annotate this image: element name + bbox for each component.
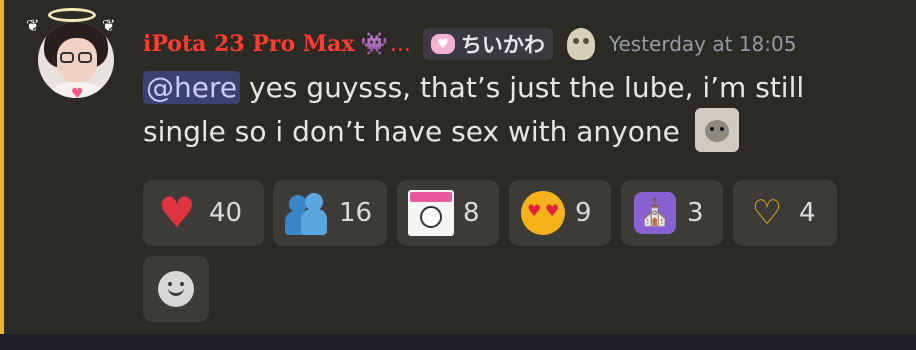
reaction-cat-sticker[interactable]: 8: [397, 180, 499, 246]
reaction-count: 8: [463, 198, 480, 228]
add-reaction-button[interactable]: [143, 256, 209, 322]
halo-icon: [48, 8, 96, 22]
reaction-red-heart[interactable]: ♥ 40: [143, 180, 264, 246]
custom-emoji-icon[interactable]: [694, 108, 739, 152]
reaction-count: 16: [339, 198, 373, 228]
red-heart-icon: ♥: [158, 188, 196, 237]
reaction-count: 4: [799, 198, 816, 228]
here-mention[interactable]: @here: [143, 71, 241, 104]
mention-highlight-bar: [0, 0, 4, 334]
avatar[interactable]: ❦ ❦ ♥: [26, 8, 122, 108]
bottom-divider: [0, 334, 916, 350]
reaction-praying[interactable]: ⛪ 3: [621, 180, 723, 246]
message-header: iPota 23 Pro Max 👾 ... ♥ ちいかわ Yesterday …: [143, 26, 796, 62]
message-container: ❦ ❦ ♥ iPota 23 Pro Max 👾 ... ♥ ちいかわ Yest…: [0, 0, 916, 334]
reaction-heart-hands[interactable]: ♡ 4: [733, 180, 837, 246]
smiley-icon: [158, 271, 194, 307]
reaction-people-hugging[interactable]: 16: [273, 180, 387, 246]
reaction-hearts-face[interactable]: 9: [509, 180, 611, 246]
message-content: @here yes guysss, that’s just the lube, …: [143, 66, 863, 155]
server-tag[interactable]: ♥ ちいかわ: [422, 28, 553, 60]
username-ellipsis: ...: [389, 31, 411, 57]
wing-left-icon: ❦: [26, 16, 40, 35]
people-hugging-icon: [285, 191, 329, 235]
skull-icon[interactable]: [566, 28, 595, 60]
message-text-line1: yes guysss, that’s just the lube, i’m st…: [249, 71, 805, 104]
timestamp[interactable]: Yesterday at 18:05: [609, 32, 797, 56]
pink-heart-icon: ♥: [430, 34, 455, 54]
praying-icon: ⛪: [634, 192, 676, 234]
hearts-face-icon: [521, 191, 565, 235]
heart-hands-icon: ♡: [751, 193, 783, 233]
reaction-count: 3: [687, 198, 704, 228]
cat-sticker-icon: [408, 190, 454, 236]
server-tag-text: ちいかわ: [460, 33, 545, 57]
username[interactable]: iPota 23 Pro Max: [143, 31, 355, 57]
message-text-line2: single so i don’t have sex with anyone: [143, 115, 680, 148]
space-invader-icon: 👾: [360, 31, 388, 57]
reaction-count: 9: [575, 198, 592, 228]
reaction-count: 40: [209, 198, 243, 228]
avatar-image: ♥: [38, 22, 114, 98]
